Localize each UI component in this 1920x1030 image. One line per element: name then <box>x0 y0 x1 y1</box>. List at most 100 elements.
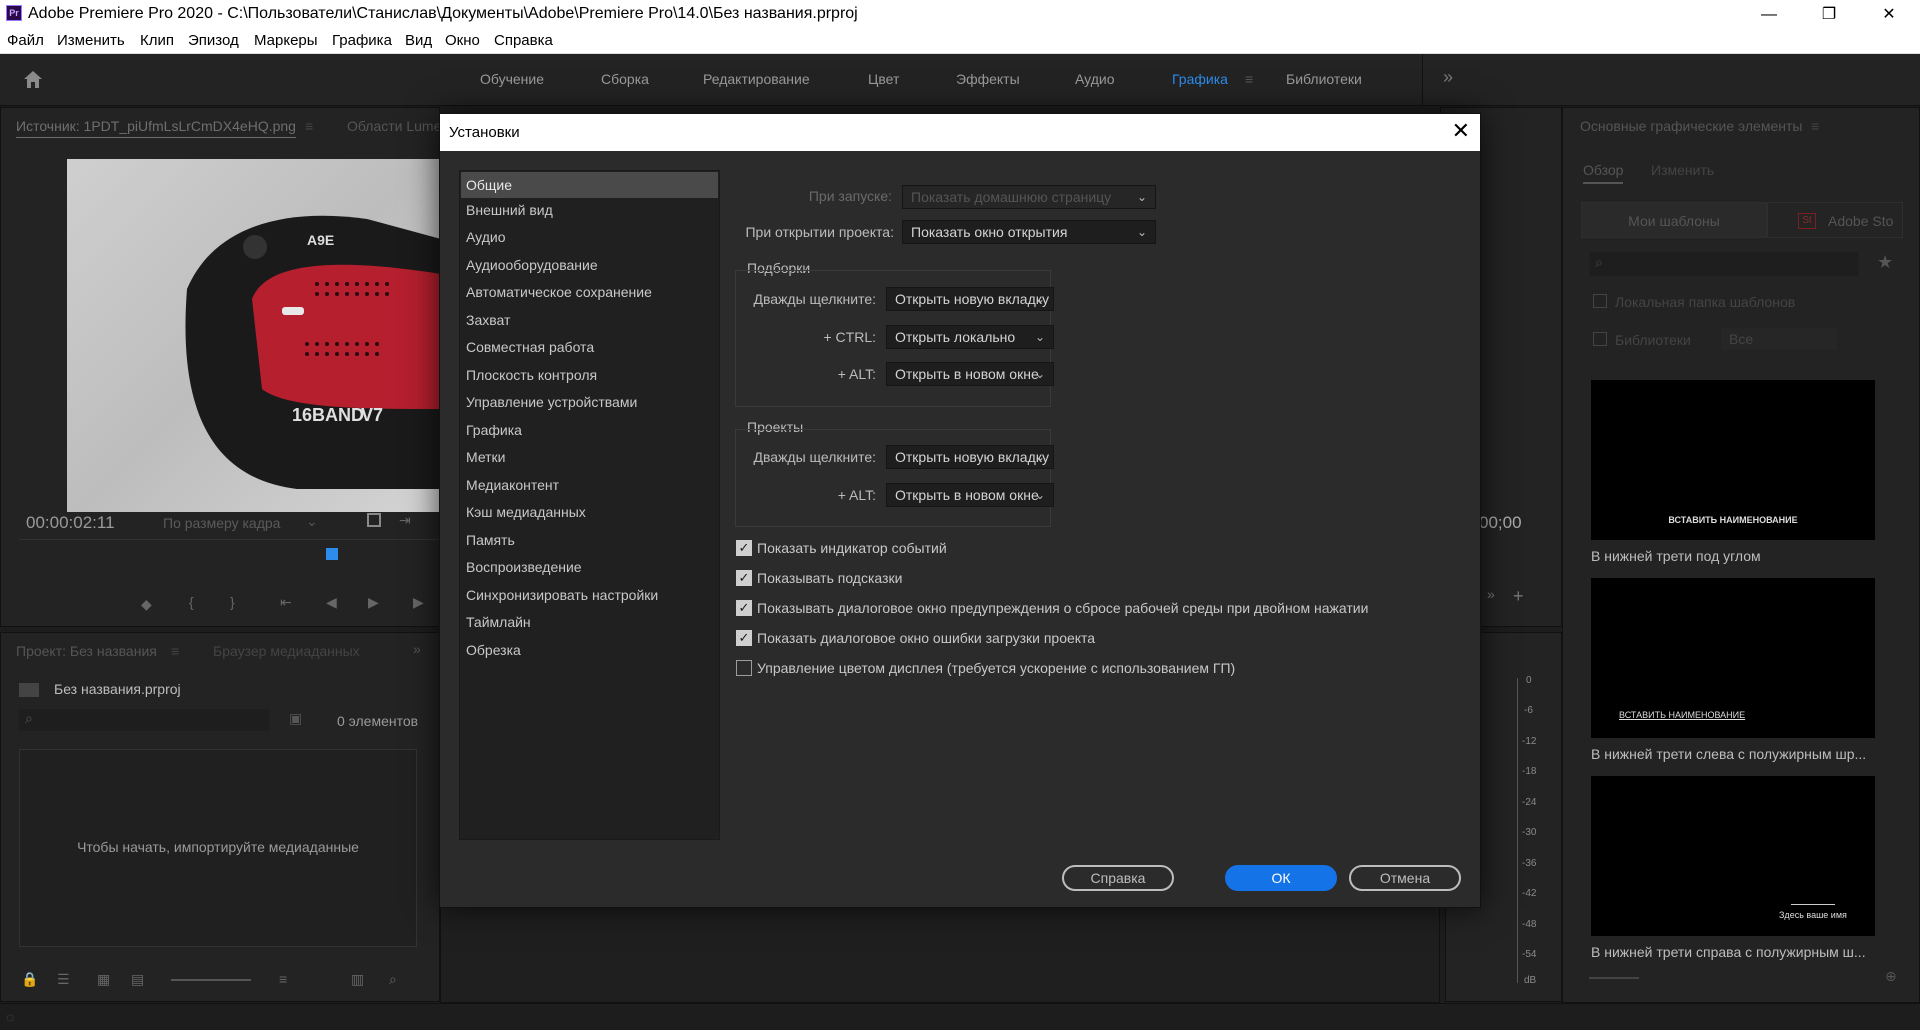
project-tab[interactable]: Проект: Без названия <box>16 643 157 659</box>
source-tab[interactable]: Источник: 1PDT_piUfmLsLrCmDX4eHQ.png <box>16 118 296 134</box>
tab-edit[interactable]: Изменить <box>1651 162 1714 178</box>
step-back-icon[interactable]: ◀ <box>326 594 337 611</box>
category-item-audio-hardware[interactable]: Аудиооборудование <box>466 257 598 273</box>
dropdown-chevron-icon[interactable]: ⌄ <box>306 513 318 530</box>
maximize-button[interactable]: ❐ <box>1806 0 1852 29</box>
find-icon[interactable]: ⌕ <box>389 971 397 988</box>
category-item-memory[interactable]: Память <box>466 532 515 548</box>
program-timecode[interactable]: 00;00 <box>1479 513 1522 533</box>
checkbox-checked-icon[interactable]: ✓ <box>736 630 752 646</box>
workspace-tab-learning[interactable]: Обучение <box>480 71 544 87</box>
open-project-select[interactable]: Показать окно открытия ⌄ <box>902 220 1156 244</box>
minimize-button[interactable]: — <box>1746 0 1792 29</box>
menu-sequence[interactable]: Эпизод <box>188 32 239 49</box>
project-search-input[interactable] <box>19 709 269 731</box>
menu-edit[interactable]: Изменить <box>57 32 125 49</box>
my-templates-button[interactable]: Мои шаблоны <box>1581 202 1767 238</box>
category-item-playback[interactable]: Воспроизведение <box>466 559 582 575</box>
category-item-capture[interactable]: Захват <box>466 312 510 328</box>
favorites-star-icon[interactable]: ★ <box>1877 252 1893 273</box>
mark-out-icon[interactable]: } <box>230 594 235 610</box>
workspace-reset-warning-option[interactable]: ✓ Показывать диалоговое окно предупрежде… <box>736 600 1456 618</box>
checkbox-checked-icon[interactable]: ✓ <box>736 600 752 616</box>
projects-double-click-select[interactable]: Открыть новую вкладку ⌄ <box>886 445 1054 469</box>
play-icon[interactable]: ▶ <box>368 594 379 611</box>
playhead[interactable] <box>326 548 338 560</box>
bins-ctrl-select[interactable]: Открыть локально ⌄ <box>886 325 1054 349</box>
category-item-labels[interactable]: Метки <box>466 449 506 465</box>
media-browser-tab[interactable]: Браузер медиаданных <box>213 643 360 659</box>
template-search-input[interactable] <box>1589 252 1859 276</box>
zoom-slider[interactable] <box>171 979 251 981</box>
bins-alt-select[interactable]: Открыть в новом окне ⌄ <box>886 362 1054 386</box>
category-item-timeline[interactable]: Таймлайн <box>466 614 531 630</box>
home-icon[interactable] <box>22 69 44 89</box>
menu-help[interactable]: Справка <box>494 32 553 49</box>
source-tab-menu-icon[interactable]: ≡ <box>305 118 313 134</box>
workspace-tab-libraries[interactable]: Библиотеки <box>1286 71 1362 87</box>
category-item-appearance[interactable]: Внешний вид <box>466 202 553 218</box>
project-tab-menu-icon[interactable]: ≡ <box>171 643 179 659</box>
mark-in-icon[interactable]: { <box>189 594 194 610</box>
workspace-tab-audio[interactable]: Аудио <box>1075 71 1115 87</box>
category-item-audio[interactable]: Аудио <box>466 229 506 245</box>
freeform-view-icon[interactable]: ▤ <box>131 971 144 988</box>
source-time-ruler[interactable] <box>19 539 441 561</box>
lock-icon[interactable]: 🔒 <box>21 971 38 988</box>
workspace-more-icon[interactable]: » <box>1443 67 1453 88</box>
panel-more-icon[interactable]: » <box>413 641 421 657</box>
template-thumbnail[interactable]: ВСТАВИТЬ НАИМЕНОВАНИЕ <box>1591 578 1875 738</box>
checkbox-checked-icon[interactable]: ✓ <box>736 570 752 586</box>
close-icon[interactable]: ✕ <box>1452 119 1470 143</box>
sort-icon[interactable]: ≡ <box>279 971 287 987</box>
category-item-media[interactable]: Медиаконтент <box>466 477 559 493</box>
resolution-icon[interactable] <box>367 513 381 527</box>
template-thumbnail[interactable]: Здесь ваше имя <box>1591 776 1875 936</box>
category-item-device-control[interactable]: Управление устройствами <box>466 394 637 410</box>
category-item-sync-settings[interactable]: Синхронизировать настройки <box>466 587 658 603</box>
close-window-button[interactable]: ✕ <box>1866 0 1912 29</box>
project-drop-area[interactable]: Чтобы начать, импортируйте медиаданные <box>19 749 417 947</box>
show-tooltips-option[interactable]: ✓ Показывать подсказки <box>736 570 1456 588</box>
workspace-tab-editing[interactable]: Редактирование <box>703 71 810 87</box>
program-more-icon[interactable]: » <box>1487 586 1495 602</box>
bins-double-click-select[interactable]: Открыть новую вкладку ⌄ <box>886 287 1054 311</box>
help-button[interactable]: Справка <box>1062 865 1174 891</box>
new-bin-icon[interactable]: ▣ <box>289 710 302 727</box>
menu-markers[interactable]: Маркеры <box>254 32 318 49</box>
add-button-icon[interactable]: + <box>1513 586 1524 607</box>
adobe-stock-button[interactable]: St Adobe Sto <box>1767 202 1903 238</box>
template-thumbnail[interactable]: ВСТАВИТЬ НАИМЕНОВАНИЕ <box>1591 380 1875 540</box>
thumbnail-size-slider[interactable] <box>1589 977 1639 979</box>
menu-graphics[interactable]: Графика <box>332 32 392 49</box>
local-folder-checkbox[interactable] <box>1593 294 1607 308</box>
source-timecode[interactable]: 00:00:02:11 <box>26 513 115 533</box>
category-item-media-cache[interactable]: Кэш медиаданных <box>466 504 586 520</box>
automate-icon[interactable]: ▥ <box>351 971 364 988</box>
project-load-error-option[interactable]: ✓ Показать диалоговое окно ошибки загруз… <box>736 630 1456 648</box>
menu-clip[interactable]: Клип <box>140 32 174 49</box>
add-marker-icon[interactable]: ◆ <box>141 596 152 613</box>
libraries-checkbox[interactable] <box>1593 332 1607 346</box>
workspace-menu-icon[interactable]: ≡ <box>1245 71 1253 87</box>
menu-file[interactable]: Файл <box>7 32 44 49</box>
icon-view-icon[interactable]: ▦ <box>97 971 110 988</box>
essential-graphics-title[interactable]: Основные графические элементы <box>1580 118 1802 134</box>
workspace-tab-color[interactable]: Цвет <box>868 71 899 87</box>
ok-button[interactable]: ОК <box>1225 865 1337 891</box>
display-color-management-option[interactable]: Управление цветом дисплея (требуется уск… <box>736 660 1456 678</box>
list-view-icon[interactable]: ☰ <box>57 971 70 988</box>
new-item-icon[interactable]: ⊕ <box>1885 968 1897 985</box>
settings-icon[interactable]: ⇥ <box>399 512 411 529</box>
checkbox-unchecked-icon[interactable] <box>736 660 752 676</box>
category-item-auto-save[interactable]: Автоматическое сохранение <box>466 284 652 300</box>
libraries-select[interactable]: Все <box>1721 328 1837 350</box>
category-item-control-surface[interactable]: Плоскость контроля <box>466 367 597 383</box>
eg-menu-icon[interactable]: ≡ <box>1811 118 1819 134</box>
category-item-trim[interactable]: Обрезка <box>466 642 521 658</box>
cancel-button[interactable]: Отмена <box>1349 865 1461 891</box>
workspace-tab-graphics[interactable]: Графика <box>1172 71 1228 87</box>
show-event-indicator-option[interactable]: ✓ Показать индикатор событий <box>736 540 1456 558</box>
lumetri-scopes-tab[interactable]: Области Lume <box>347 118 441 134</box>
category-item-general[interactable]: Общие <box>461 172 718 198</box>
